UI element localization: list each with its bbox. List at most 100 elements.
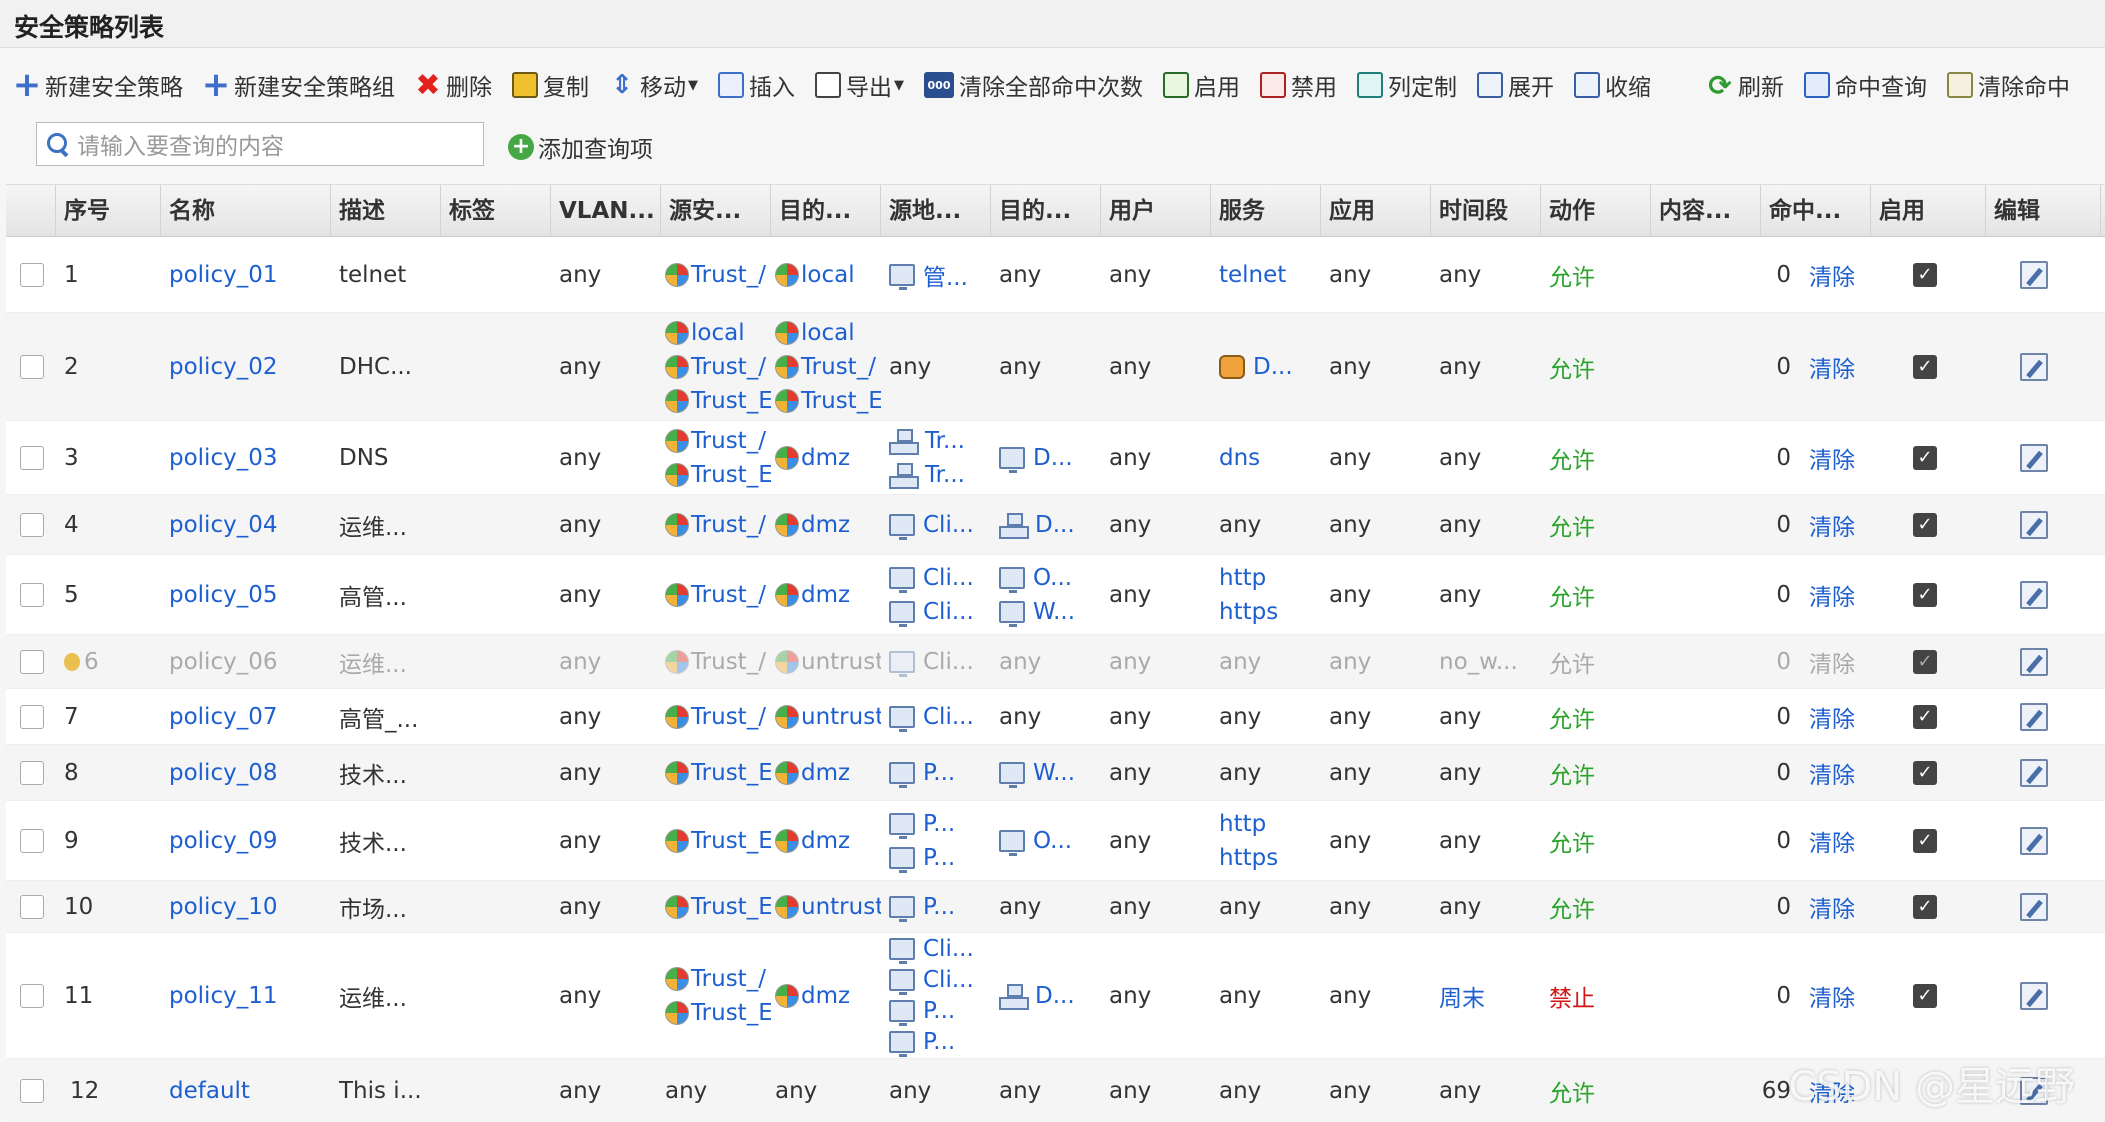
edit-icon[interactable] [2020,352,2048,381]
source-address-item[interactable]: Cli... [889,933,991,964]
policy-name-link[interactable]: policy_10 [169,894,331,920]
edit-icon[interactable] [2020,826,2048,855]
column-header-name[interactable]: 名称 [161,185,331,237]
column-header-desc[interactable]: 描述 [331,185,441,237]
row-checkbox[interactable] [20,894,44,919]
destination-address-item[interactable]: D... [999,441,1101,475]
delete-button[interactable]: ✖ 删除 [415,63,492,107]
destination-address-item[interactable]: W... [999,756,1101,790]
destination-address-item[interactable]: D... [999,979,1101,1013]
clear-hits-link[interactable]: 清除 [1809,258,1855,292]
policy-name-link[interactable]: policy_05 [169,582,331,608]
move-button[interactable]: ⇕ 移动 ▼ [609,63,698,107]
enabled-checkbox[interactable]: ✓ [1913,649,1937,674]
edit-icon[interactable] [2020,758,2048,787]
source-address-item[interactable]: Cli... [889,700,991,734]
src-zone-item[interactable]: Trust_E [665,890,771,924]
dst-zone-item[interactable]: dmz [775,756,881,790]
clear-all-hits-button[interactable]: 000 清除全部命中次数 [924,63,1143,107]
source-address-item[interactable]: Cli... [889,561,991,595]
table-row[interactable]: 7 policy_07 高管_... any Trust_/ untrust Cli... a… [6,689,2105,745]
table-row[interactable]: 4 policy_04 运维... any Trust_/ dmz Cli... D... an… [6,495,2105,555]
service-item[interactable]: https [1219,841,1321,875]
src-zone-item[interactable]: Trust_/ [665,424,771,458]
service-item[interactable]: dns [1219,441,1321,475]
table-row[interactable]: 6 policy_06 运维... any Trust_/ untrust Cli... an… [6,635,2105,689]
dst-zone-item[interactable]: untrust [775,890,881,924]
source-address-item[interactable]: P... [889,807,991,841]
source-address-item[interactable]: Cli... [889,508,991,542]
row-checkbox[interactable] [20,1078,44,1103]
enabled-checkbox[interactable]: ✓ [1913,582,1937,607]
source-address-item[interactable]: P... [889,841,991,875]
expand-button[interactable]: 展开 [1477,63,1554,107]
table-row[interactable]: 5 policy_05 高管... any Trust_/dmz Cli... Cli...… [6,555,2105,635]
src-zone-item[interactable]: local [665,316,771,350]
edit-icon[interactable] [2020,443,2048,472]
edit-icon[interactable] [2020,580,2048,609]
export-button[interactable]: 导出 ▼ [815,63,904,107]
policy-name-link[interactable]: policy_03 [169,445,331,471]
source-address-item[interactable]: P... [889,1027,991,1058]
enable-button[interactable]: 启用 [1163,63,1240,107]
clear-hit-button[interactable]: 清除命中 [1947,63,2070,107]
add-query-button[interactable]: + 添加查询项 [508,130,653,164]
table-row[interactable]: 2 policy_02 DHC... any local Trust_/Trust_E lo… [6,313,2105,421]
enabled-checkbox[interactable]: ✓ [1913,704,1937,729]
row-checkbox[interactable] [20,512,44,537]
column-customize-button[interactable]: 列定制 [1357,63,1457,107]
src-zone-item[interactable]: Trust_E [665,384,771,418]
table-row[interactable]: 3 policy_03 DNS any Trust_/Trust_E dmz Tr... Tr… [6,421,2105,495]
source-address-item[interactable]: P... [889,996,991,1027]
table-row[interactable]: 9 policy_09 技术... any Trust_E dmz P... P... O...… [6,801,2105,881]
edit-icon[interactable] [2020,702,2048,731]
dst-zone-item[interactable]: untrust [775,700,881,734]
src-zone-item[interactable]: Trust_/ [665,700,771,734]
src-zone-item[interactable]: Trust_/ [665,350,771,384]
collapse-button[interactable]: 收缩 [1574,63,1651,107]
policy-name-link[interactable]: policy_08 [169,760,331,786]
src-zone-item[interactable]: Trust_E [665,996,771,1030]
column-header-dst-zone[interactable]: 目的... [771,185,881,237]
dst-zone-item[interactable]: dmz [775,441,881,475]
insert-button[interactable]: 插入 [718,63,795,107]
policy-name-link[interactable]: policy_01 [169,262,331,288]
policy-name-link[interactable]: policy_02 [169,354,331,380]
row-checkbox[interactable] [20,760,44,785]
dst-zone-item[interactable]: untrust [775,645,881,679]
enabled-checkbox[interactable]: ✓ [1913,445,1937,470]
service-item[interactable]: http [1219,561,1321,595]
enabled-checkbox[interactable]: ✓ [1913,354,1937,379]
disable-button[interactable]: 禁用 [1260,63,1337,107]
policy-name-link[interactable]: policy_04 [169,512,331,538]
source-address-item[interactable]: P... [889,756,991,790]
row-checkbox[interactable] [20,582,44,607]
column-header-no[interactable]: 序号 [56,185,161,237]
column-header-vlan[interactable]: VLAN... [551,185,661,237]
row-checkbox[interactable] [20,983,44,1008]
edit-icon[interactable] [2020,510,2048,539]
column-header-user[interactable]: 用户 [1101,185,1211,237]
time-range-value[interactable]: 周末 [1439,979,1541,1013]
src-zone-item[interactable]: Trust_/ [665,578,771,612]
source-address-item[interactable]: P... [889,890,991,924]
source-address-item[interactable]: Cli... [889,964,991,995]
clear-hits-link[interactable]: 清除 [1809,350,1855,384]
src-zone-item[interactable]: Trust_/ [665,962,771,996]
column-header-edit[interactable]: 编辑 [1986,185,2101,237]
edit-icon[interactable] [2020,260,2048,289]
src-zone-item[interactable]: Trust_E [665,824,771,858]
source-address-item[interactable]: Tr... [889,458,991,492]
clear-hits-link[interactable]: 清除 [1809,890,1855,924]
src-zone-item[interactable]: Trust_/ [665,258,771,292]
edit-icon[interactable] [2020,981,2048,1010]
src-zone-item[interactable]: Trust_/ [665,645,771,679]
column-header-hits[interactable]: 命中... [1761,185,1871,237]
clear-hits-link[interactable]: 清除 [1809,578,1855,612]
clear-hits-link[interactable]: 清除 [1809,979,1855,1013]
column-header-app[interactable]: 应用 [1321,185,1431,237]
enabled-checkbox[interactable]: ✓ [1913,760,1937,785]
service-item[interactable]: telnet [1219,258,1321,292]
src-zone-item[interactable]: Trust_/ [665,508,771,542]
destination-address-item[interactable]: D... [999,508,1101,542]
